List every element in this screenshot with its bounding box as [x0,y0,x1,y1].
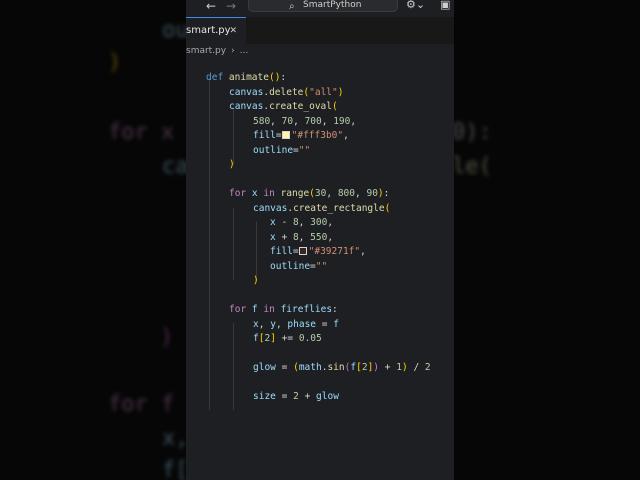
layout-icon[interactable]: ▣ [440,0,450,11]
breadcrumb: smart.py ›... [186,46,253,60]
color-swatch[interactable] [281,131,290,139]
code-line: x + 8, 550, [270,232,334,243]
command-center[interactable]: ⌕ SmartPython [248,0,398,12]
title-bar: ← → ⌕ SmartPython ⚙⌄ ▣ [186,0,454,17]
code-line: size = 2 + glow [253,391,339,402]
code-area[interactable]: def animate(): canvas.delete("all") canv… [186,64,454,480]
code-line: def animate(): [206,72,287,83]
close-icon[interactable]: ✕ [230,23,237,36]
command-center-label: SmartPython [303,0,362,10]
code-line: glow = (math.sin(f[2]) + 1) / 2 [253,362,431,373]
code-line: canvas.delete("all") [229,87,344,98]
code-line: fill= "#39271f", [270,246,366,257]
code-line: canvas.create_oval( [229,101,338,112]
right-shade [454,0,640,480]
color-swatch[interactable] [298,247,307,255]
code-line: for x in range(30, 800, 90): [229,188,390,199]
search-icon: ⌕ [289,1,295,12]
tab-label: smart.py [186,25,231,36]
code-line: for f in fireflies: [229,304,338,315]
code-line: fill= "#fff3b0", [253,130,349,141]
code-line: ) [229,159,235,170]
tab-smart-py[interactable]: smart.py ✕ [186,17,246,44]
code-line: outline="" [253,145,311,156]
code-line: 580, 70, 700, 190, [253,116,357,127]
code-line: x - 8, 300, [270,217,334,228]
code-editor-window: ← → ⌕ SmartPython ⚙⌄ ▣ smart.py ✕ smart.… [186,0,454,480]
arrow-left-icon[interactable]: ← [206,0,216,12]
breadcrumb-symbol[interactable]: ... [240,46,249,56]
code-line: ) [253,275,259,286]
left-shade [0,0,186,480]
code-line: f[2] += 0.05 [253,333,322,344]
code-line: canvas.create_rectangle( [253,203,391,214]
arrow-right-icon[interactable]: → [226,0,236,12]
breadcrumb-file[interactable]: smart.py [186,46,226,56]
copilot-icon[interactable]: ⚙⌄ [406,0,425,11]
tab-bar: smart.py ✕ [186,17,454,44]
chevron-right-icon: › [231,46,235,56]
code-line: outline="" [270,261,328,272]
code-line: x, y, phase = f [253,319,339,330]
